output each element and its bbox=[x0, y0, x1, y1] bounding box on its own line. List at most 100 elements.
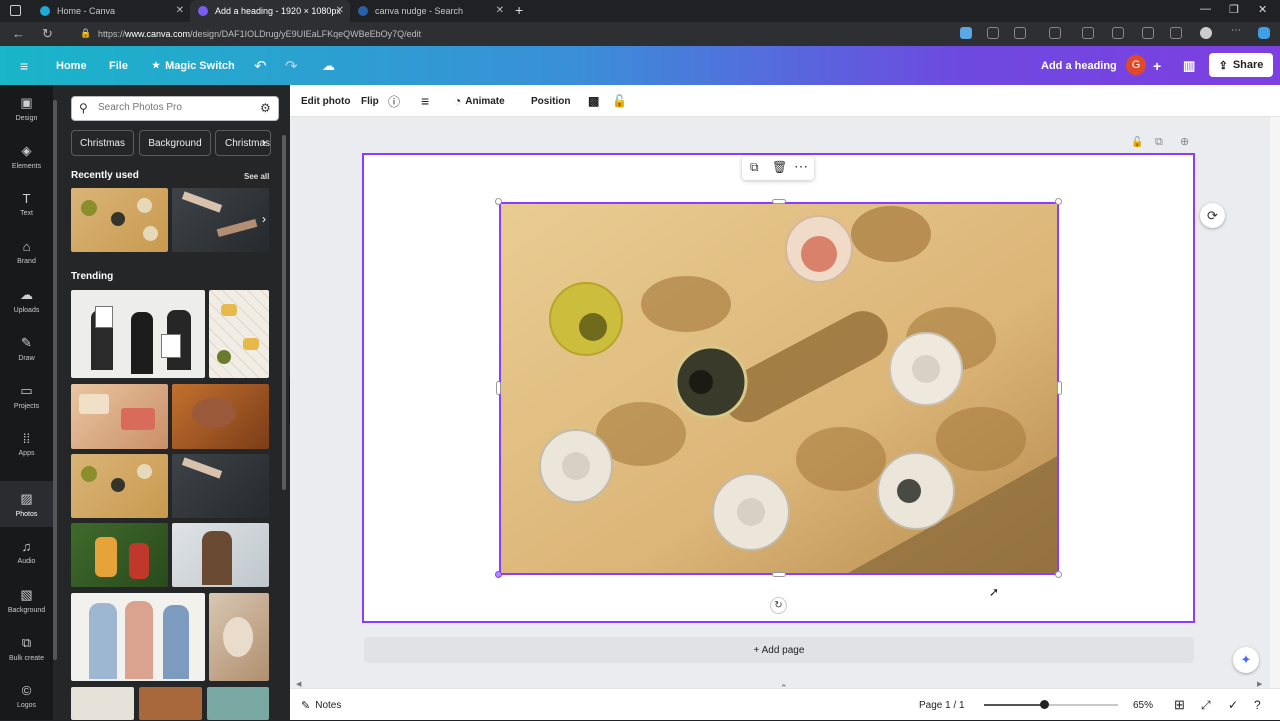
home-button[interactable]: Home bbox=[56, 46, 87, 85]
photo-thumbnail[interactable] bbox=[172, 384, 269, 449]
resize-handle[interactable] bbox=[496, 381, 501, 395]
photo-thumbnail[interactable] bbox=[71, 454, 168, 518]
avatar[interactable]: G bbox=[1126, 55, 1146, 75]
extension-icon[interactable] bbox=[960, 27, 972, 39]
page-lock-icon[interactable]: 🔓 bbox=[1131, 137, 1143, 148]
window-menu-icon[interactable] bbox=[10, 5, 21, 16]
edit-photo-button[interactable]: Edit photo bbox=[301, 85, 350, 117]
rail-item-uploads[interactable]: ☁ Uploads bbox=[0, 277, 53, 323]
photo-thumbnail[interactable] bbox=[209, 593, 269, 681]
border-style-icon[interactable]: ≡ bbox=[421, 85, 429, 117]
check-icon[interactable]: ✓ bbox=[1228, 689, 1238, 721]
zoom-slider-knob[interactable] bbox=[1040, 700, 1050, 709]
rail-item-audio[interactable]: ♫ Audio bbox=[0, 529, 53, 575]
browser-tab-home[interactable]: Home - Canva ✕ bbox=[32, 0, 190, 22]
photo-thumbnail[interactable] bbox=[207, 687, 269, 720]
resize-handle[interactable] bbox=[495, 198, 502, 205]
minimize-icon[interactable]: — bbox=[1200, 3, 1211, 15]
profile-icon[interactable] bbox=[1200, 27, 1212, 39]
chevron-right-icon[interactable]: › bbox=[262, 135, 266, 149]
photo-thumbnail[interactable] bbox=[172, 454, 269, 518]
redo-icon[interactable]: ↷ bbox=[285, 46, 298, 85]
photo-thumbnail[interactable] bbox=[71, 593, 205, 681]
file-menu-button[interactable]: File bbox=[109, 46, 128, 85]
scroll-left-icon[interactable]: ◀ bbox=[296, 680, 301, 688]
refresh-suggestions-icon[interactable]: ⟳ bbox=[1200, 203, 1225, 228]
rail-item-draw[interactable]: ✎ Draw bbox=[0, 325, 53, 371]
rail-item-design[interactable]: ▣ Design bbox=[0, 85, 53, 131]
search-input[interactable] bbox=[98, 102, 248, 113]
photo-thumbnail[interactable] bbox=[71, 687, 134, 720]
copilot-icon[interactable] bbox=[1258, 27, 1270, 39]
browser-essentials-icon[interactable] bbox=[1170, 27, 1182, 39]
help-icon[interactable]: ? bbox=[1254, 689, 1261, 721]
rotate-handle-icon[interactable]: ↻ bbox=[770, 597, 787, 614]
chevron-right-icon[interactable]: › bbox=[262, 212, 266, 226]
photo-thumbnail[interactable] bbox=[139, 687, 202, 720]
resize-handle[interactable] bbox=[495, 571, 502, 578]
resize-handle[interactable] bbox=[1057, 381, 1062, 395]
insights-icon[interactable]: ▥ bbox=[1183, 46, 1195, 85]
position-button[interactable]: Position bbox=[531, 85, 570, 117]
cloud-save-icon[interactable]: ☁ bbox=[322, 46, 335, 85]
favorites-icon[interactable] bbox=[1112, 27, 1124, 39]
zoom-slider[interactable] bbox=[984, 700, 1118, 709]
photo-thumbnail[interactable] bbox=[71, 523, 168, 587]
photo-thumbnail[interactable] bbox=[172, 188, 269, 252]
add-page-button[interactable]: + Add page bbox=[364, 637, 1194, 663]
workspace-scrollbar[interactable] bbox=[1270, 117, 1280, 688]
back-icon[interactable]: ← bbox=[12, 26, 25, 41]
duplicate-page-icon[interactable]: ⧉ bbox=[1155, 136, 1163, 149]
delete-icon[interactable]: 🗑 bbox=[772, 160, 787, 174]
chip-christmas[interactable]: Christmas bbox=[71, 130, 134, 156]
flip-button[interactable]: Flip bbox=[361, 85, 379, 117]
rail-scrollbar[interactable] bbox=[53, 100, 57, 660]
url-field[interactable]: 🔒 https://www.canva.com/design/DAF1IOLDr… bbox=[72, 25, 1102, 43]
rail-item-projects[interactable]: ▭ Projects bbox=[0, 373, 53, 419]
rail-item-logos[interactable]: © Logos bbox=[0, 673, 53, 719]
photo-thumbnail[interactable] bbox=[71, 188, 168, 252]
close-window-icon[interactable]: ✕ bbox=[1258, 3, 1267, 16]
extensions-icon[interactable] bbox=[1049, 27, 1061, 39]
transparency-icon[interactable]: ▩ bbox=[588, 85, 599, 117]
rail-item-elements[interactable]: ◈ Elements bbox=[0, 133, 53, 179]
rail-item-background[interactable]: ▧ Background bbox=[0, 577, 53, 623]
see-all-link[interactable]: See all bbox=[244, 172, 269, 181]
split-screen-icon[interactable] bbox=[1082, 27, 1094, 39]
share-button[interactable]: ⇪ Share bbox=[1209, 53, 1273, 77]
browser-tab-search[interactable]: canva nudge - Search ✕ bbox=[350, 0, 510, 22]
new-tab-icon[interactable]: + bbox=[515, 2, 523, 18]
panel-scrollbar[interactable] bbox=[282, 135, 286, 490]
resize-handle[interactable] bbox=[1055, 571, 1062, 578]
downloads-icon[interactable] bbox=[1142, 27, 1154, 39]
rail-item-apps[interactable]: ⁞⁞ Apps bbox=[0, 421, 53, 467]
chip-background[interactable]: Background bbox=[139, 130, 211, 156]
scroll-right-icon[interactable]: ▶ bbox=[1257, 680, 1262, 688]
close-tab-icon[interactable]: ✕ bbox=[176, 5, 184, 16]
photo-thumbnail[interactable] bbox=[71, 290, 205, 378]
fullscreen-icon[interactable]: ⤢ bbox=[1201, 689, 1211, 721]
rail-item-brand[interactable]: ⌂ Brand bbox=[0, 229, 53, 275]
settings-menu-icon[interactable]: ⋯ bbox=[1231, 25, 1243, 37]
rail-item-bulk-create[interactable]: ⧉ Bulk create bbox=[0, 625, 53, 671]
grid-view-icon[interactable]: ⊞ bbox=[1174, 689, 1185, 721]
magic-assistant-icon[interactable]: ✦ bbox=[1233, 647, 1259, 673]
info-icon[interactable]: ⓘ bbox=[388, 85, 400, 117]
magic-switch-button[interactable]: ★ Magic Switch bbox=[152, 46, 235, 85]
lock-icon[interactable]: 🔓 bbox=[612, 85, 627, 117]
more-options-icon[interactable]: ⋯ bbox=[794, 158, 808, 175]
filter-icon[interactable]: ⚙ bbox=[260, 101, 271, 115]
add-page-icon[interactable]: ⊕ bbox=[1180, 135, 1189, 148]
animate-button[interactable]: ◔ Animate bbox=[454, 85, 505, 117]
close-tab-icon[interactable]: ✕ bbox=[496, 5, 504, 16]
read-aloud-icon[interactable] bbox=[987, 27, 999, 39]
resize-handle[interactable] bbox=[1055, 198, 1062, 205]
photo-thumbnail[interactable] bbox=[209, 290, 269, 378]
favorite-icon[interactable] bbox=[1014, 27, 1026, 39]
undo-icon[interactable]: ↶ bbox=[254, 46, 267, 85]
resize-handle[interactable] bbox=[772, 572, 786, 577]
search-box[interactable]: ⚲ ⚙ bbox=[71, 96, 279, 121]
page-indicator[interactable]: Page 1 / 1 bbox=[919, 689, 965, 721]
browser-tab-design[interactable]: Add a heading - 1920 × 1080px ✕ bbox=[190, 0, 350, 22]
rail-item-photos[interactable]: ▨ Photos bbox=[0, 481, 53, 527]
